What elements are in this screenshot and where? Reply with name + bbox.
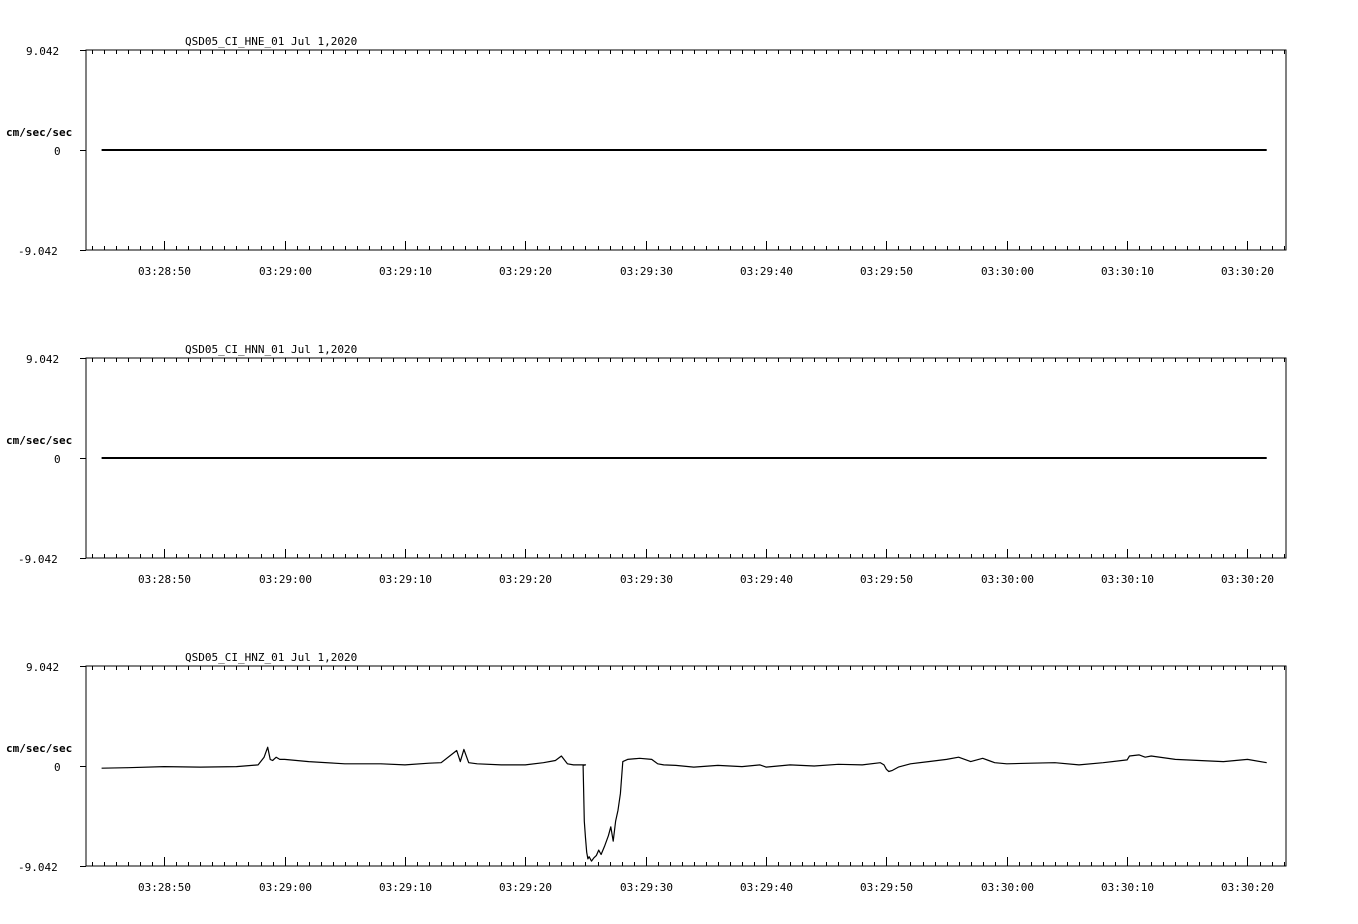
x-tick-label: 03:28:50 <box>138 265 191 278</box>
x-tick-label: 03:30:00 <box>981 881 1034 894</box>
x-tick-label: 03:29:30 <box>620 265 673 278</box>
x-tick-label: 03:28:50 <box>138 881 191 894</box>
x-tick-label: 03:29:10 <box>379 881 432 894</box>
seismogram-figure: QSD05_CI_HNE_01 Jul 1,2020 cm/sec/sec 9.… <box>6 35 1287 894</box>
y-tick-label-top: 9.042 <box>26 353 59 366</box>
y-tick-label-zero: 0 <box>54 145 61 158</box>
x-tick-label: 03:29:50 <box>860 265 913 278</box>
x-tick-label: 03:30:20 <box>1221 573 1274 586</box>
y-tick-label-top: 9.042 <box>26 45 59 58</box>
x-tick-label: 03:29:30 <box>620 573 673 586</box>
y-tick-label-bottom: -9.042 <box>18 861 58 874</box>
x-tick-label: 03:30:10 <box>1101 881 1154 894</box>
x-tick-label: 03:30:20 <box>1221 881 1274 894</box>
x-tick-label: 03:29:20 <box>499 265 552 278</box>
y-tick-label-bottom: -9.042 <box>18 553 58 566</box>
y-tick-label-top: 9.042 <box>26 661 59 674</box>
y-tick-label-zero: 0 <box>54 761 61 774</box>
panel-hnn: QSD05_CI_HNN_01 Jul 1,2020 cm/sec/sec 9.… <box>6 343 1287 586</box>
y-axis-label: cm/sec/sec <box>6 126 72 139</box>
y-axis-label: cm/sec/sec <box>6 742 72 755</box>
waveform-trace <box>101 746 1267 862</box>
panel-hne: QSD05_CI_HNE_01 Jul 1,2020 cm/sec/sec 9.… <box>6 35 1287 278</box>
x-tick-label: 03:30:20 <box>1221 265 1274 278</box>
x-tick-label: 03:29:50 <box>860 573 913 586</box>
panel-title: QSD05_CI_HNZ_01 Jul 1,2020 <box>185 651 357 664</box>
x-tick-label: 03:29:00 <box>259 881 312 894</box>
y-tick-label-zero: 0 <box>54 453 61 466</box>
x-tick-label: 03:29:40 <box>740 573 793 586</box>
x-tick-label: 03:29:50 <box>860 881 913 894</box>
x-tick-label: 03:29:40 <box>740 265 793 278</box>
x-tick-label: 03:29:10 <box>379 265 432 278</box>
x-tick-label: 03:29:10 <box>379 573 432 586</box>
y-axis-label: cm/sec/sec <box>6 434 72 447</box>
x-tick-label: 03:30:10 <box>1101 573 1154 586</box>
x-tick-label: 03:28:50 <box>138 573 191 586</box>
panel-title: QSD05_CI_HNE_01 Jul 1,2020 <box>185 35 357 48</box>
panel-hnz: QSD05_CI_HNZ_01 Jul 1,2020 cm/sec/sec 9.… <box>6 651 1287 894</box>
y-tick-label-bottom: -9.042 <box>18 245 58 258</box>
panel-title: QSD05_CI_HNN_01 Jul 1,2020 <box>185 343 357 356</box>
x-tick-label: 03:30:10 <box>1101 265 1154 278</box>
x-tick-label: 03:29:20 <box>499 881 552 894</box>
x-tick-label: 03:29:20 <box>499 573 552 586</box>
x-tick-label: 03:29:00 <box>259 573 312 586</box>
x-tick-label: 03:29:40 <box>740 881 793 894</box>
x-tick-label: 03:30:00 <box>981 265 1034 278</box>
x-tick-label: 03:29:30 <box>620 881 673 894</box>
x-tick-label: 03:29:00 <box>259 265 312 278</box>
x-tick-label: 03:30:00 <box>981 573 1034 586</box>
